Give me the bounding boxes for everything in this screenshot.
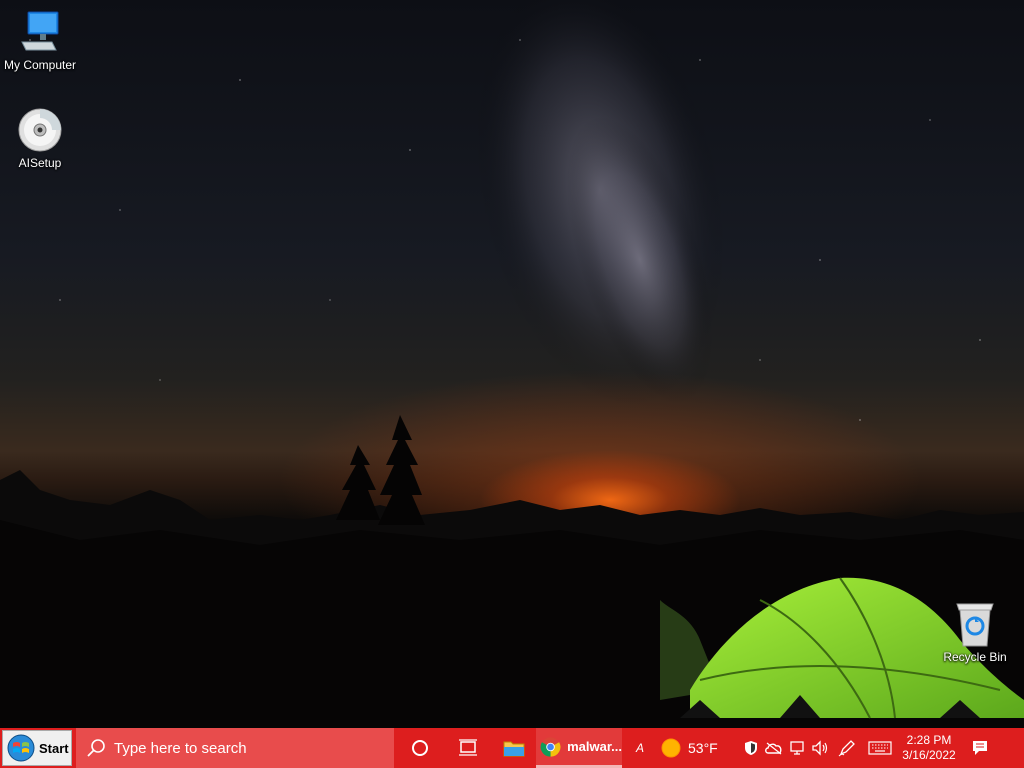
- computer-icon: [21, 11, 59, 51]
- desktop-icon-label: Recycle Bin: [943, 650, 1007, 664]
- desktop-icon-recycle-bin[interactable]: Recycle Bin: [935, 600, 1015, 664]
- file-explorer-button[interactable]: [492, 728, 536, 768]
- start-button[interactable]: Start: [2, 730, 72, 766]
- search-icon: [87, 739, 105, 757]
- task-view-button[interactable]: [444, 728, 492, 768]
- desktop-icon-my-computer[interactable]: My Computer: [0, 8, 80, 72]
- chrome-task-label: malwar...: [567, 739, 622, 754]
- action-center-button[interactable]: [960, 728, 1000, 768]
- tray-defender-button[interactable]: [740, 728, 762, 768]
- keyboard-icon: [868, 741, 892, 755]
- clock-date: 3/16/2022: [902, 748, 956, 762]
- chrome-icon: [540, 736, 561, 757]
- desktop-icon-label: AISetup: [18, 156, 62, 170]
- recycle-bin-icon: [956, 603, 994, 647]
- network-icon: [790, 741, 804, 755]
- start-orb-icon: [7, 734, 35, 762]
- desktop-wallpaper: My Computer AISetup Recycle Bin: [0, 0, 1024, 728]
- desktop-icon-aisetup[interactable]: AISetup: [0, 106, 80, 170]
- search-placeholder: Type here to search: [114, 739, 247, 757]
- desktop-icon-label: My Computer: [3, 58, 77, 72]
- taskbar-clock[interactable]: 2:28 PM 3/16/2022: [898, 733, 960, 763]
- search-input[interactable]: Type here to search: [76, 728, 394, 768]
- tray-network-button[interactable]: [786, 728, 808, 768]
- tray-onedrive-button[interactable]: [762, 728, 786, 768]
- tray-volume-button[interactable]: [808, 728, 832, 768]
- hidden-app-button[interactable]: A: [622, 728, 658, 768]
- cortana-circle-icon: [412, 740, 428, 756]
- start-label: Start: [39, 740, 69, 756]
- tray-pen-button[interactable]: [832, 728, 862, 768]
- folder-icon: [503, 741, 525, 757]
- weather-temperature: 53°F: [688, 740, 718, 756]
- tray-keyboard-button[interactable]: [862, 728, 898, 768]
- shield-icon: [745, 741, 757, 755]
- clock-time: 2:28 PM: [906, 733, 952, 747]
- hidden-app-label: A: [635, 741, 644, 755]
- notification-icon: [973, 741, 987, 755]
- pen-icon: [838, 740, 855, 757]
- cd-icon: [18, 108, 62, 152]
- cortana-button[interactable]: [396, 728, 444, 768]
- chrome-taskbar-button[interactable]: malwar...: [536, 728, 622, 768]
- green-tent: [680, 577, 1024, 719]
- taskbar: Start Type here to search malwar... A 53…: [0, 728, 1024, 768]
- sun-icon: [661, 738, 681, 758]
- task-view-icon: [459, 739, 477, 756]
- cloud-icon: [765, 742, 782, 755]
- speaker-icon: [812, 740, 828, 756]
- weather-widget[interactable]: 53°F: [660, 737, 740, 759]
